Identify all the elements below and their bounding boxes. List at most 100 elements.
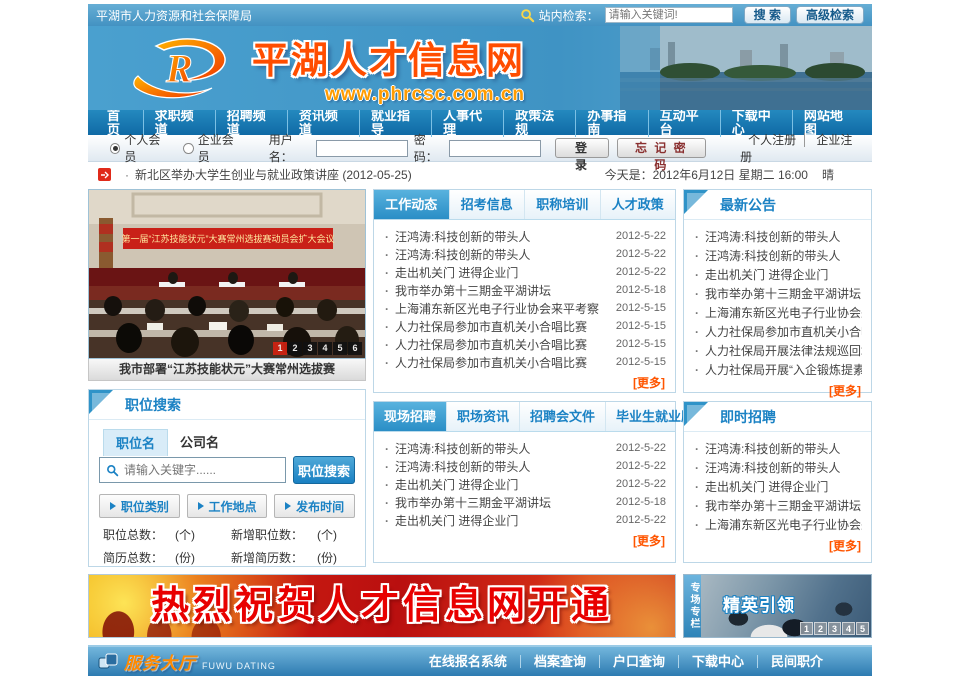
photo-caption-link[interactable]: 我市部署“江苏技能状元”大赛常州选拔赛 — [88, 359, 366, 381]
personal-member-radio[interactable] — [110, 143, 120, 154]
tab-onsite-recruit[interactable]: 现场招聘 — [374, 402, 447, 431]
agency-link[interactable]: 平湖市人力资源和社会保障局 — [96, 7, 252, 24]
nav-item-interaction[interactable]: 互动平台 — [649, 109, 721, 137]
news-photo-slideshow[interactable]: 第一届“江苏技能状元”大赛常州选拔赛动员会扩大会议 — [88, 189, 366, 359]
personal-member-label[interactable]: 个人会员 — [124, 131, 169, 165]
instant-job-title[interactable]: 汪鸿涛:科技创新的带头人 — [693, 459, 862, 476]
instant-job-item: 汪鸿涛:科技创新的带头人 — [693, 439, 862, 458]
news-title[interactable]: 走出机关门 进得企业门 — [383, 476, 612, 493]
job-search-filters: 职位类别 工作地点 发布时间 — [99, 494, 355, 518]
news-title[interactable]: 人力社保局参加市直机关小合唱比赛 — [383, 336, 612, 353]
photo-page-5[interactable]: 5 — [333, 342, 347, 355]
company-member-label[interactable]: 企业会员 — [198, 131, 243, 165]
filter-location-button[interactable]: 工作地点 — [187, 494, 268, 518]
side-page-3[interactable]: 3 — [828, 622, 841, 635]
announcement-title[interactable]: 人力社保局开展法律法规巡回培训 — [693, 342, 862, 359]
instant-jobs-more-link[interactable]: [更多] — [684, 536, 871, 559]
filter-date-button[interactable]: 发布时间 — [274, 494, 355, 518]
news-title[interactable]: 走出机关门 进得企业门 — [383, 264, 612, 281]
company-member-radio[interactable] — [183, 143, 193, 154]
link-hukou-query[interactable]: 户口查询 — [600, 655, 679, 668]
announcement-title[interactable]: 上海浦东新区光电子行业协会来平考 — [693, 304, 862, 321]
work-news-list: 汪鸿涛:科技创新的带头人2012-5-22 汪鸿涛:科技创新的带头人2012-5… — [374, 220, 675, 373]
link-private-agency[interactable]: 民间职介 — [758, 655, 836, 668]
news-item: 走出机关门 进得企业门2012-5-22 — [383, 511, 666, 529]
filter-date-label: 发布时间 — [296, 498, 344, 515]
forgot-password-button[interactable]: 忘 记 密 码 — [617, 138, 706, 158]
news-date: 2012-5-18 — [616, 496, 666, 508]
news-title[interactable]: 汪鸿涛:科技创新的带头人 — [383, 440, 612, 457]
photo-page-2[interactable]: 2 — [288, 342, 302, 355]
photo-page-1[interactable]: 1 — [273, 342, 287, 355]
news-title[interactable]: 走出机关门 进得企业门 — [383, 512, 612, 529]
work-news-more-link[interactable]: [更多] — [374, 373, 675, 396]
keyword-input[interactable] — [124, 463, 279, 477]
news-title[interactable]: 汪鸿涛:科技创新的带头人 — [383, 246, 612, 263]
news-title[interactable]: 人力社保局参加市直机关小合唱比赛 — [383, 354, 612, 371]
right-column: 最新公告 汪鸿涛:科技创新的带头人 汪鸿涛:科技创新的带头人 走出机关门 进得企… — [683, 189, 872, 567]
announcement-title[interactable]: 汪鸿涛:科技创新的带头人 — [693, 228, 862, 245]
instant-job-title[interactable]: 上海浦东新区光电子行业协会来平考 — [693, 516, 862, 533]
site-logo-icon[interactable]: R — [126, 36, 244, 100]
login-button[interactable]: 登 录 — [555, 138, 608, 158]
photo-pagination: 1 2 3 4 5 6 — [273, 342, 362, 355]
announcement-title[interactable]: 人力社保局开展“入企锻炼提素质” — [693, 361, 862, 378]
password-field[interactable] — [449, 140, 541, 157]
filter-category-button[interactable]: 职位类别 — [99, 494, 180, 518]
personal-register-link[interactable]: 个人注册 — [740, 133, 805, 147]
elite-banner-badge: 精英引领 — [723, 591, 795, 616]
link-archive-query[interactable]: 档案查询 — [521, 655, 600, 668]
photo-page-6[interactable]: 6 — [348, 342, 362, 355]
site-url[interactable]: www.phrcsc.com.cn — [252, 84, 525, 106]
announcement-item: 汪鸿涛:科技创新的带头人 — [693, 246, 862, 265]
news-item: 汪鸿涛:科技创新的带头人2012-5-22 — [383, 457, 666, 475]
news-date: 2012-5-22 — [616, 248, 666, 260]
nav-item-policy[interactable]: 政策法规 — [504, 109, 576, 137]
username-field[interactable] — [316, 140, 408, 157]
instant-job-title[interactable]: 我市举办第十三期金平湖讲坛 — [693, 497, 862, 514]
news-title[interactable]: 我市举办第十三期金平湖讲坛 — [383, 282, 612, 299]
elite-banner-photo[interactable]: 精英引领 1 2 3 4 5 — [701, 575, 871, 637]
tab-work-news[interactable]: 工作动态 — [374, 190, 450, 219]
news-title[interactable]: 汪鸿涛:科技创新的带头人 — [383, 228, 612, 245]
news-title[interactable]: 我市举办第十三期金平湖讲坛 — [383, 494, 612, 511]
job-search-button[interactable]: 职位搜索 — [293, 456, 355, 484]
news-title[interactable]: 上海浦东新区光电子行业协会来平考察 — [383, 300, 612, 317]
announcement-item: 上海浦东新区光电子行业协会来平考 — [693, 303, 862, 322]
header-waterfront-photo — [620, 26, 872, 110]
celebration-banner[interactable]: 热烈祝贺人才信息网开通 — [88, 574, 676, 638]
stat-new-resumes-value: (份) — [317, 549, 351, 566]
announcement-title[interactable]: 汪鸿涛:科技创新的带头人 — [693, 247, 862, 264]
link-download-center[interactable]: 下载中心 — [679, 655, 758, 668]
tab-company-name[interactable]: 公司名 — [168, 429, 231, 456]
instant-job-title[interactable]: 走出机关门 进得企业门 — [693, 478, 862, 495]
side-page-5[interactable]: 5 — [856, 622, 869, 635]
tab-exam-info[interactable]: 招考信息 — [450, 190, 526, 219]
site-title[interactable]: 平湖人才信息网 — [252, 30, 525, 84]
job-search-title: 职位搜索 — [89, 390, 365, 420]
side-page-1[interactable]: 1 — [800, 622, 813, 635]
photo-page-3[interactable]: 3 — [303, 342, 317, 355]
nav-item-service-guide[interactable]: 办事指南 — [576, 109, 648, 137]
side-page-2[interactable]: 2 — [814, 622, 827, 635]
side-page-4[interactable]: 4 — [842, 622, 855, 635]
photo-page-4[interactable]: 4 — [318, 342, 332, 355]
recruit-news-more-link[interactable]: [更多] — [374, 531, 675, 554]
tab-jobfair-files[interactable]: 招聘会文件 — [520, 402, 606, 431]
announcement-title[interactable]: 走出机关门 进得企业门 — [693, 266, 862, 283]
tab-career-info[interactable]: 职场资讯 — [447, 402, 520, 431]
tab-title-training[interactable]: 职称培训 — [525, 190, 601, 219]
link-online-registration[interactable]: 在线报名系统 — [416, 655, 521, 668]
announcement-title[interactable]: 我市举办第十三期金平湖讲坛 — [693, 285, 862, 302]
announcement-title[interactable]: 人力社保局参加市直机关小合唱比赛 — [693, 323, 862, 340]
ticker-headline[interactable]: 新北区举办大学生创业与就业政策讲座 (2012-05-25) — [135, 166, 412, 183]
site-search-button[interactable]: 搜 索 — [744, 6, 791, 24]
advanced-search-button[interactable]: 高级检索 — [796, 6, 864, 24]
news-item: 我市举办第十三期金平湖讲坛2012-5-18 — [383, 281, 666, 299]
site-search-input[interactable] — [605, 7, 733, 23]
tab-position-name[interactable]: 职位名 — [103, 429, 168, 456]
tab-talent-policy[interactable]: 人才政策 — [601, 190, 676, 219]
news-title[interactable]: 汪鸿涛:科技创新的带头人 — [383, 458, 612, 475]
instant-job-title[interactable]: 汪鸿涛:科技创新的带头人 — [693, 440, 862, 457]
news-title[interactable]: 人力社保局参加市直机关小合唱比赛 — [383, 318, 612, 335]
